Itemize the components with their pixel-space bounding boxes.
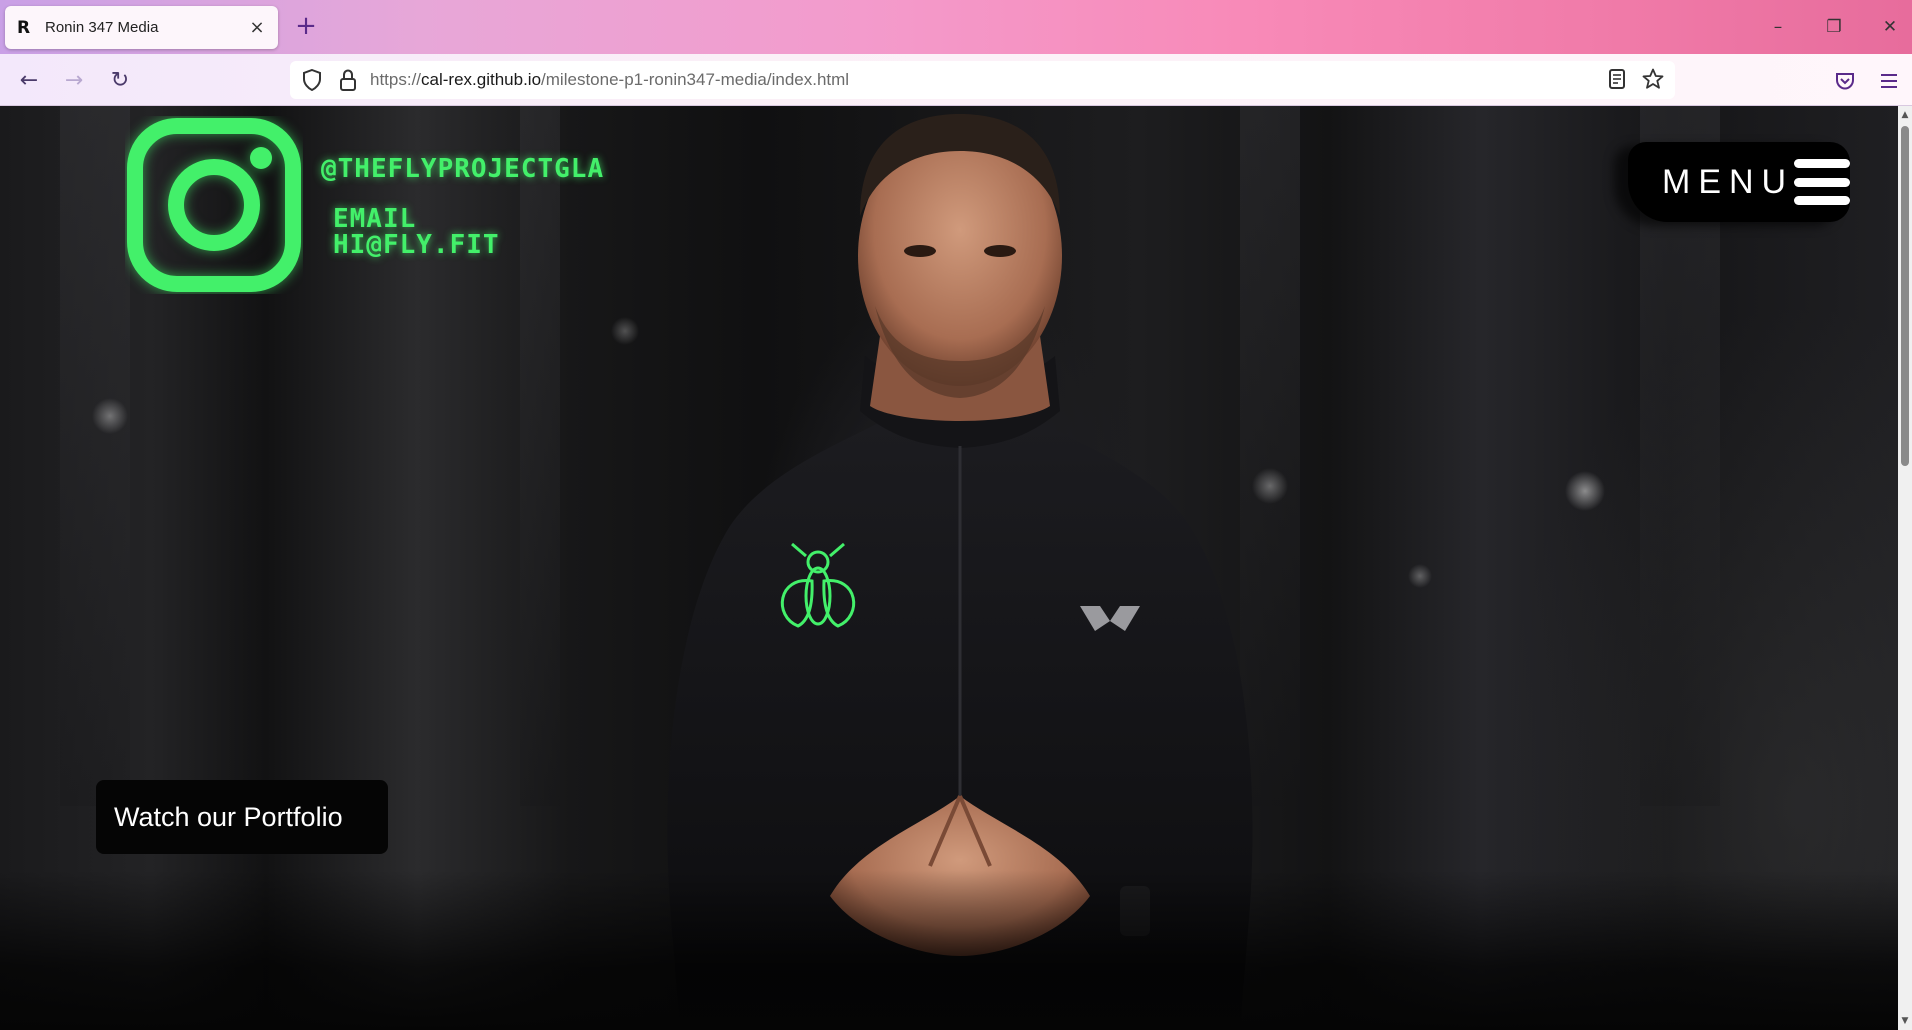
email-link[interactable]: HI@FLY.FIT <box>333 230 500 260</box>
watch-portfolio-label: Watch our Portfolio <box>114 801 343 832</box>
hamburger-menu-icon[interactable] <box>1874 66 1904 96</box>
browser-tab-bar: R Ronin 347 Media × + – ❐ ✕ <box>0 0 1912 54</box>
page-scrollbar[interactable]: ▲ ▼ <box>1898 106 1912 1030</box>
pocket-icon[interactable] <box>1830 66 1860 96</box>
address-bar-actions <box>1595 65 1667 93</box>
background-pillar <box>60 106 130 806</box>
back-arrow-icon[interactable]: ← <box>12 64 46 98</box>
restore-window-icon[interactable]: ❐ <box>1814 10 1854 44</box>
url-text[interactable]: https://cal-rex.github.io/milestone-p1-r… <box>370 70 849 90</box>
watch-portfolio-button[interactable]: Watch our Portfolio <box>96 780 388 854</box>
menu-button[interactable]: MENU <box>1628 142 1850 222</box>
menu-label: MENU <box>1662 162 1795 201</box>
scroll-down-arrow-icon[interactable]: ▼ <box>1898 1014 1912 1028</box>
scroll-up-arrow-icon[interactable]: ▲ <box>1898 108 1912 122</box>
address-bar[interactable]: https://cal-rex.github.io/milestone-p1-r… <box>290 61 1675 99</box>
floor-shadow <box>0 870 1898 1030</box>
url-path: /milestone-p1-ronin347-media/index.html <box>541 70 850 89</box>
lock-icon[interactable] <box>334 66 362 94</box>
bookmark-star-icon[interactable] <box>1639 65 1667 93</box>
new-tab-icon[interactable]: + <box>292 13 320 41</box>
minimize-window-icon[interactable]: – <box>1758 10 1798 44</box>
instagram-icon[interactable] <box>125 116 303 294</box>
reader-view-icon[interactable] <box>1603 65 1631 93</box>
reload-icon[interactable]: ↻ <box>103 64 137 98</box>
close-window-icon[interactable]: ✕ <box>1870 10 1910 44</box>
forward-arrow-icon[interactable]: → <box>57 64 91 98</box>
tab-title: Ronin 347 Media <box>45 19 159 36</box>
instagram-handle-link[interactable]: @THEFLYPROJECTGLA <box>321 154 604 184</box>
hero-section: @THEFLYPROJECTGLA EMAIL HI@FLY.FIT MENU … <box>0 106 1898 1030</box>
tab-close-icon[interactable]: × <box>242 13 272 43</box>
browser-toolbar: ← → ↻ https://cal-rex.github.io/mileston… <box>0 54 1912 106</box>
hamburger-icon <box>1794 159 1850 205</box>
url-scheme: https:// <box>370 70 422 89</box>
scrollbar-thumb[interactable] <box>1901 126 1909 466</box>
site-favicon-icon: R <box>17 17 31 38</box>
browser-tab[interactable]: R Ronin 347 Media × <box>5 6 278 49</box>
background-pillar <box>520 106 560 806</box>
url-host: cal-rex.github.io <box>421 70 542 89</box>
shield-icon[interactable] <box>298 66 326 94</box>
